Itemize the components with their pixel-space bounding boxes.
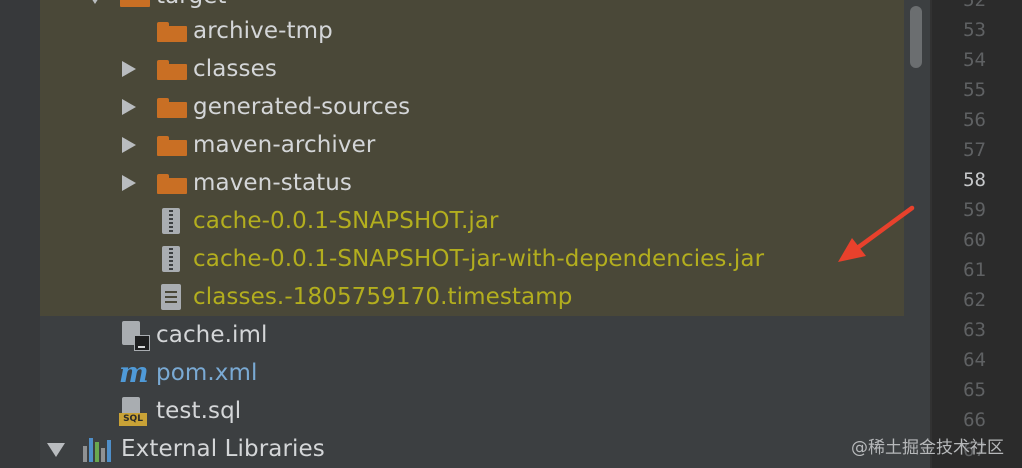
- text-file-icon: [161, 284, 181, 310]
- chevron-right-icon[interactable]: [122, 61, 136, 77]
- chevron-down-icon[interactable]: [47, 443, 65, 457]
- line-number: 59: [963, 199, 986, 221]
- libraries-icon: [83, 438, 111, 462]
- vertical-scrollbar-thumb[interactable]: [910, 6, 922, 68]
- project-tree-panel: target archive-tmp classes generated-sou…: [0, 0, 930, 468]
- line-number: 60: [963, 229, 986, 251]
- line-number: 57: [963, 139, 986, 161]
- tree-item-label: test.sql: [156, 398, 242, 424]
- line-number: 62: [963, 289, 986, 311]
- folder-icon: [157, 136, 187, 156]
- line-number: 54: [963, 49, 986, 71]
- maven-icon: m: [119, 356, 149, 389]
- line-number: 65: [963, 379, 986, 401]
- jar-archive-icon: [162, 208, 180, 234]
- tree-item-label: classes: [193, 56, 277, 82]
- watermark-text: @稀土掘金技术社区: [851, 438, 1004, 458]
- tree-item-label: classes.-1805759170.timestamp: [193, 284, 573, 310]
- folder-icon: [157, 98, 187, 118]
- line-number: 56: [963, 109, 986, 131]
- line-number: 55: [963, 79, 986, 101]
- jar-archive-icon: [162, 246, 180, 272]
- module-file-icon: [122, 321, 150, 351]
- line-number: 64: [963, 349, 986, 371]
- tree-item-label: archive-tmp: [193, 18, 333, 44]
- tree-item-label: pom.xml: [156, 360, 258, 386]
- chevron-right-icon[interactable]: [122, 137, 136, 153]
- line-number: 53: [963, 19, 986, 41]
- tree-item-label: maven-status: [193, 170, 353, 196]
- folder-icon: [157, 174, 187, 194]
- folder-icon: [120, 0, 150, 7]
- tree-item-label: generated-sources: [193, 94, 411, 120]
- tree-item-label: cache-0.0.1-SNAPSHOT-jar-with-dependenci…: [193, 246, 765, 272]
- tree-item-label: External Libraries: [121, 436, 325, 462]
- folder-icon: [157, 22, 187, 42]
- chevron-right-icon[interactable]: [122, 175, 136, 191]
- line-number: 61: [963, 259, 986, 281]
- editor-line-gutter: 52 53 54 55 56 57 58 59 60 61 62 63 64 6…: [930, 0, 1022, 468]
- tree-item-label: cache.iml: [156, 322, 268, 348]
- line-number: 52: [963, 0, 986, 11]
- tool-window-strip: [0, 0, 40, 468]
- line-number: 66: [963, 409, 986, 431]
- line-number-current: 58: [963, 169, 986, 191]
- folder-icon: [157, 60, 187, 80]
- tree-item-label: maven-archiver: [193, 132, 376, 158]
- chevron-down-icon[interactable]: [86, 0, 104, 4]
- sql-file-icon: SQL: [119, 397, 147, 427]
- chevron-right-icon[interactable]: [122, 99, 136, 115]
- tree-item-label: cache-0.0.1-SNAPSHOT.jar: [193, 208, 499, 234]
- line-number: 63: [963, 319, 986, 341]
